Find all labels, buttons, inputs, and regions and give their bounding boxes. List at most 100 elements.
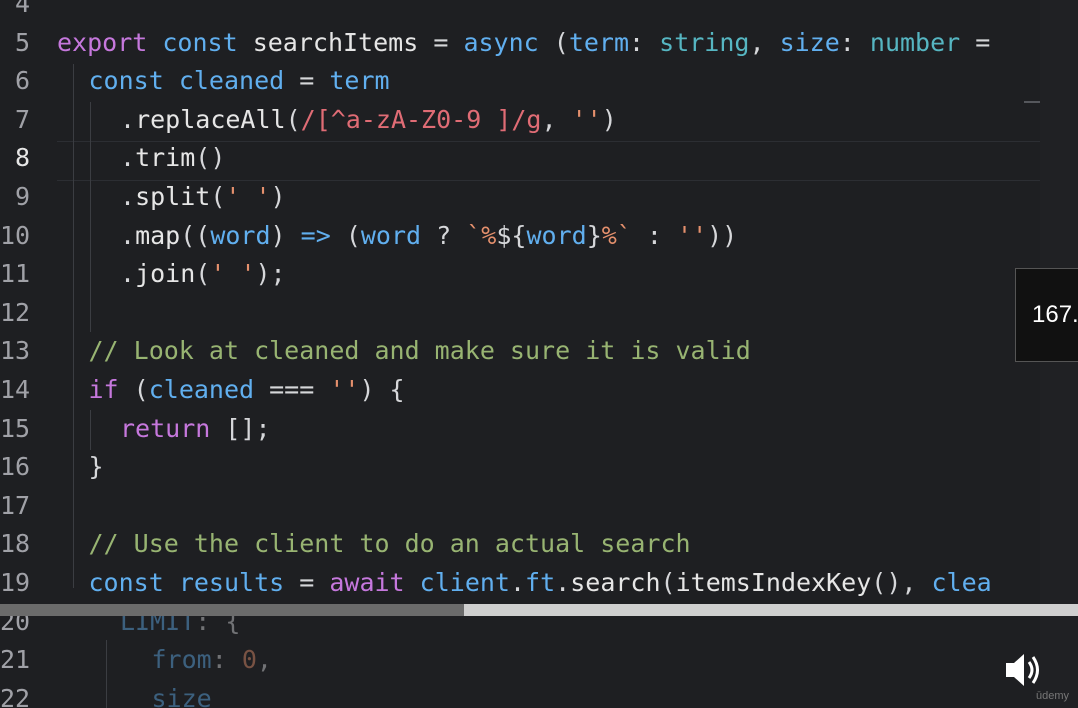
volume-icon[interactable] [1000, 648, 1044, 692]
code-token: await [329, 568, 405, 597]
line-number: 18 [0, 529, 31, 559]
code-token: []; [210, 413, 271, 443]
code-token: . [120, 143, 136, 173]
code-token: ( [210, 182, 226, 211]
code-text: size [152, 680, 212, 708]
code-token: '' [677, 220, 708, 250]
code-line[interactable]: 19 const results = await client.ft.search… [0, 564, 1040, 603]
code-line[interactable]: 10 .map((word) => (word ? `%${word}%` : '… [0, 217, 1040, 256]
line-number: 8 [14, 143, 30, 173]
code-token: size [779, 27, 840, 57]
brand-watermark: ūdemy [1036, 690, 1070, 702]
code-line[interactable]: 15 return []; [0, 410, 1040, 449]
code-token: : [211, 645, 242, 675]
code-token: replaceAll [135, 104, 286, 134]
code-token: word [360, 220, 422, 250]
line-number: 7 [14, 104, 30, 134]
line-number: 4 [14, 0, 30, 18]
code-token: export [57, 27, 148, 57]
code-token: = [284, 66, 330, 96]
code-line[interactable]: 11 .join(' '); [0, 255, 1040, 294]
code-line[interactable]: 22 size [0, 680, 1040, 708]
code-line[interactable]: 6 const cleaned = term [0, 62, 1040, 101]
code-token: const [88, 66, 164, 96]
code-token: = [284, 568, 330, 597]
code-line[interactable]: 4 [0, 0, 1040, 24]
code-token: client [419, 568, 510, 597]
code-token: : [631, 220, 678, 250]
code-text: } [89, 448, 104, 487]
code-token: `% [466, 220, 497, 250]
line-number: 16 [0, 452, 31, 482]
code-token: size [151, 683, 212, 708]
code-line[interactable]: 7 .replaceAll(/[^a-zA-Z0-9 ]/g, '') [0, 101, 1040, 140]
code-token: const [88, 568, 164, 597]
line-number: 13 [0, 336, 31, 366]
code-token: )) [707, 220, 738, 250]
code-token: ( [330, 220, 361, 250]
code-text: .map((word) => (word ? `%${word}%` : '')… [120, 217, 737, 256]
code-token: ' ' [225, 182, 271, 211]
code-token: ( [538, 27, 569, 57]
code-token: ( [118, 375, 149, 404]
code-token: . [120, 182, 136, 211]
code-line[interactable]: 16} [0, 448, 1040, 487]
code-line[interactable]: 21 from: 0, [0, 641, 1040, 680]
code-token: trim [135, 143, 196, 173]
code-token: = [418, 27, 464, 57]
code-text: .join(' '); [120, 255, 286, 294]
code-token: ( [660, 568, 676, 597]
line-number: 6 [14, 66, 30, 96]
code-token: . [120, 104, 136, 134]
line-number: 11 [0, 259, 31, 289]
code-token: (( [180, 220, 211, 250]
code-token: if [88, 375, 119, 404]
code-line[interactable]: 18 // Use the client to do an actual sear… [0, 525, 1040, 564]
code-token: ); [255, 259, 286, 289]
line-number: 10 [0, 220, 31, 250]
code-line[interactable]: 13 // Look at cleaned and make sure it is… [0, 332, 1040, 371]
code-token: : [839, 27, 870, 57]
code-token: , [749, 27, 780, 57]
code-token: async [463, 27, 539, 57]
code-token: === [254, 375, 330, 404]
code-line[interactable]: 12 [0, 294, 1040, 333]
code-token: ( [285, 104, 301, 134]
code-token: , [541, 104, 572, 134]
code-token: // Look at cleaned and make sure it is v… [88, 336, 751, 366]
code-token: } [88, 452, 104, 482]
code-line[interactable]: 14 if (cleaned === '') { [0, 371, 1040, 410]
code-token: word [526, 220, 587, 250]
code-token: ${ [496, 220, 527, 250]
timestamp-overlay: 167. [1015, 268, 1078, 362]
code-token: itemsIndexKey [675, 568, 872, 597]
line-number: 9 [14, 182, 30, 211]
code-token: . [555, 568, 571, 597]
code-text: const results = await client.ft.search(i… [89, 564, 992, 603]
code-token: clea [931, 568, 992, 597]
code-token: cleaned [148, 375, 255, 404]
code-token: ' ' [210, 259, 256, 289]
code-token: from [151, 645, 212, 675]
line-number: 12 [0, 297, 31, 327]
code-text: .split(' ') [120, 178, 286, 217]
code-line[interactable]: 8 .trim() [0, 139, 1040, 178]
code-token: = [960, 27, 991, 57]
code-token: (), [871, 568, 932, 597]
code-text: from: 0, [152, 641, 272, 680]
code-token: , [256, 645, 272, 675]
line-number: 17 [0, 490, 31, 520]
code-line[interactable]: 17 [0, 487, 1040, 526]
line-number: 5 [14, 27, 30, 57]
code-token: const [162, 27, 238, 57]
code-line[interactable]: 5 export const searchItems = async (term:… [0, 24, 1040, 63]
video-progress-bar[interactable] [0, 604, 1078, 616]
code-token: word [210, 220, 271, 250]
code-token: searchItems [252, 27, 419, 57]
code-editor[interactable]: 4 5 export const searchItems = async (term… [0, 0, 1040, 708]
code-text: return []; [120, 410, 271, 449]
code-line[interactable]: 9 .split(' ') [0, 178, 1040, 217]
